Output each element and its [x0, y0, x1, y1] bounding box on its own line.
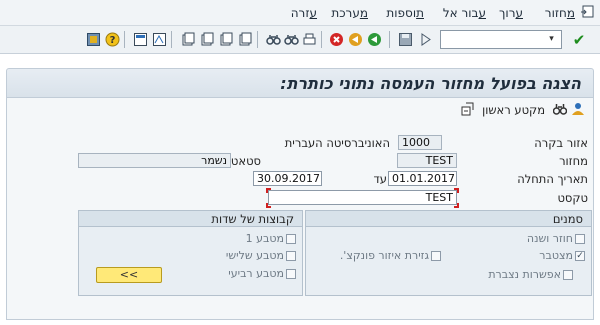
new-session-icon[interactable]	[133, 32, 148, 47]
derive-functional-area-checkbox[interactable]	[431, 251, 441, 261]
cycle-field[interactable]: TEST	[397, 153, 457, 168]
help-icon[interactable]: ?	[105, 32, 120, 47]
menu-bar: מחזור ערוך עבור אל תוספות מערכת עזרה	[0, 0, 600, 26]
field-groups-header: קבוצות של שדות	[79, 211, 302, 227]
find-next-icon[interactable]	[284, 32, 299, 47]
window-menu-icon[interactable]	[580, 5, 594, 19]
find-icon[interactable]	[266, 32, 281, 47]
currency-1-label: מטבע 1	[245, 232, 284, 245]
first-page-icon[interactable]	[180, 32, 195, 47]
first-section-label[interactable]: מקטע ראשון	[482, 103, 545, 117]
end-date-field[interactable]: 30.09.2017	[253, 171, 322, 186]
back-icon[interactable]	[367, 32, 382, 47]
print-icon[interactable]	[302, 32, 317, 47]
controlling-area-field[interactable]: 1000	[398, 135, 442, 150]
command-dropdown-icon[interactable]: ▾	[543, 31, 560, 48]
flags-group-header: סמנים	[306, 211, 591, 227]
exit-icon[interactable]	[348, 32, 363, 47]
text-field[interactable]: TEST	[268, 190, 457, 205]
focus-marker-icon	[454, 188, 459, 193]
toolbar-separator	[257, 31, 258, 48]
cumulative-checkbox[interactable]: ✓	[575, 251, 585, 261]
person-icon[interactable]	[571, 102, 585, 116]
enter-check-icon[interactable]: ✔	[570, 31, 588, 49]
toolbar-separator	[389, 31, 390, 48]
controlling-area-name: האוניברסיטה העברית	[284, 136, 390, 150]
menu-cycle[interactable]: מחזור	[545, 6, 575, 20]
toolbar-separator	[321, 31, 322, 48]
title-bar: הצגה בפועל מחזור העמסה נתוני כותרת:	[6, 68, 594, 98]
derive-functional-area-label: גזירת איזור פונקצ'.	[339, 249, 429, 262]
accumulated-option-label: אפשרות נצברת	[488, 268, 561, 281]
fourth-currency-label: מטבע רביעי	[228, 267, 284, 280]
save-icon[interactable]	[398, 32, 413, 47]
page-title: הצגה בפועל מחזור העמסה נתוני כותרת:	[280, 74, 581, 93]
currency-1-checkbox[interactable]	[286, 234, 296, 244]
first-section-icon[interactable]	[461, 102, 475, 116]
menu-system[interactable]: מערכת	[331, 6, 368, 20]
cumulative-label: מצטבר	[539, 249, 573, 262]
customize-layout-icon[interactable]	[86, 32, 101, 47]
last-page-icon[interactable]	[237, 32, 252, 47]
recurring-label: חוזר ושנה	[526, 232, 573, 245]
expand-field-groups-button[interactable]: <<	[96, 267, 162, 283]
cycle-label: מחזור	[559, 154, 588, 168]
previous-page-icon[interactable]	[199, 32, 214, 47]
start-date-label: תאריך התחלה	[517, 172, 588, 186]
to-label: עד	[373, 172, 387, 186]
flags-group-title: סמנים	[552, 212, 583, 226]
menu-extras[interactable]: תוספות	[386, 6, 424, 20]
flags-group: סמנים חוזר ושנה ✓ מצטבר גזירת איזור פונק…	[305, 210, 592, 296]
menu-goto[interactable]: עבור אל	[443, 6, 486, 20]
menu-edit[interactable]: ערוך	[499, 6, 523, 20]
focus-marker-icon	[266, 203, 271, 208]
field-groups-group: קבוצות של שדות מטבע 1 מטבע שלישי מטבע רב…	[78, 210, 303, 296]
shortcut-icon[interactable]	[152, 32, 167, 47]
start-date-field[interactable]: 01.01.2017	[388, 171, 457, 186]
recurring-checkbox[interactable]	[575, 234, 585, 244]
third-currency-label: מטבע שלישי	[225, 249, 284, 262]
text-label: טקסט	[557, 191, 588, 205]
third-currency-checkbox[interactable]	[286, 251, 296, 261]
application-toolbar: מקטע ראשון	[6, 98, 594, 122]
status-field[interactable]: נשמר	[78, 153, 231, 168]
toolbar-separator	[171, 31, 172, 48]
accumulated-option-checkbox[interactable]	[563, 270, 573, 280]
cancel-icon[interactable]	[329, 32, 344, 47]
standard-toolbar: ✔ ▾ ?	[0, 26, 600, 54]
next-page-icon[interactable]	[218, 32, 233, 47]
binoculars-icon[interactable]	[552, 102, 568, 116]
field-groups-title: קבוצות של שדות	[211, 212, 294, 226]
controlling-area-label: אזור בקרה	[534, 136, 588, 150]
play-icon[interactable]	[418, 32, 433, 47]
focus-marker-icon	[266, 188, 271, 193]
toolbar-separator	[124, 31, 125, 48]
menu-help[interactable]: עזרה	[291, 6, 317, 20]
svg-text:?: ?	[110, 35, 116, 46]
focus-marker-icon	[454, 203, 459, 208]
fourth-currency-checkbox[interactable]	[286, 269, 296, 279]
